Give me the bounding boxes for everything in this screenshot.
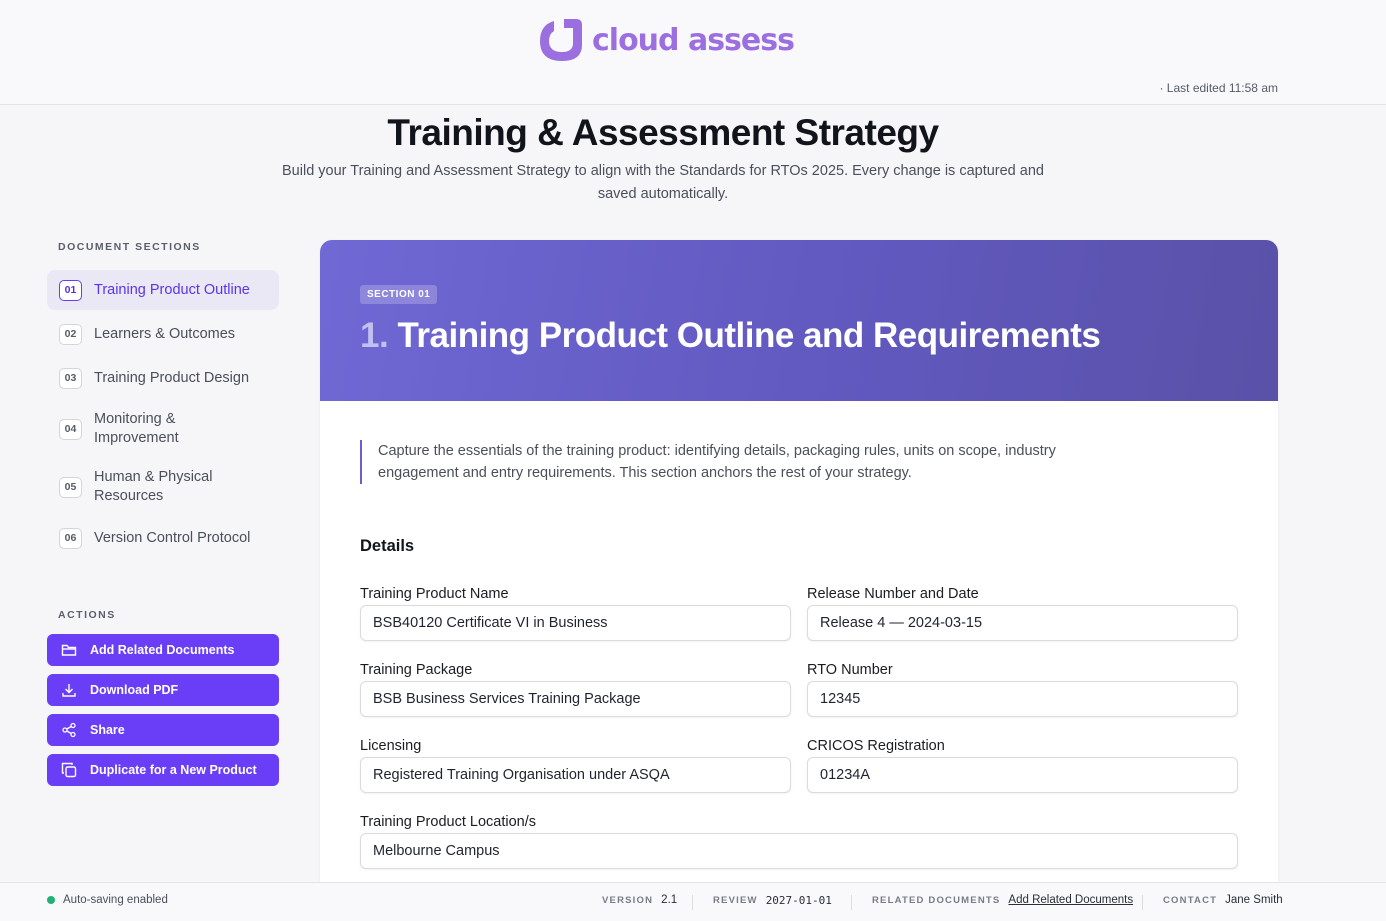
section-title: 1. Training Product Outline and Requirem… bbox=[360, 316, 1101, 356]
version-value: 2.1 bbox=[661, 894, 678, 906]
share-icon bbox=[62, 722, 76, 738]
field-label: RTO Number bbox=[807, 662, 893, 678]
add-related-documents-button[interactable]: Add Related Documents bbox=[47, 634, 279, 666]
field-label: Training Product Name bbox=[360, 586, 509, 602]
licensing-input[interactable]: Registered Training Organisation under A… bbox=[360, 757, 791, 793]
nav-item-version-control-protocol[interactable]: 06 Version Control Protocol bbox=[47, 518, 279, 558]
location-field: Training Product Location/s Melbourne Ca… bbox=[360, 814, 1238, 869]
action-label: Add Related Documents bbox=[90, 643, 235, 657]
nav-item-number: 04 bbox=[59, 418, 82, 440]
section-chip: SECTION 01 bbox=[360, 285, 438, 304]
page-subtitle: Build your Training and Assessment Strat… bbox=[282, 163, 1044, 202]
details-heading: Details bbox=[360, 537, 415, 555]
footer-divider bbox=[1142, 895, 1143, 910]
top-bar: cloud assess · Last edited 11:58 am bbox=[0, 0, 1386, 105]
section-number: 1. bbox=[360, 316, 389, 355]
training-package-input[interactable]: BSB Business Services Training Package bbox=[360, 681, 791, 717]
add-related-documents-link[interactable]: Add Related Documents bbox=[1008, 894, 1133, 906]
autosave-status: Auto-saving enabled bbox=[47, 894, 168, 906]
version-label: VERSION bbox=[602, 894, 654, 906]
nav-item-label: Training Product Design bbox=[94, 369, 250, 386]
contact-value: Jane Smith bbox=[1225, 894, 1283, 906]
download-pdf-button[interactable]: Download PDF bbox=[47, 674, 279, 706]
nav-item-label: Monitoring & Improvement bbox=[94, 411, 179, 446]
nav-item-label: Version Control Protocol bbox=[94, 529, 251, 546]
nav-item-monitoring-improvement[interactable]: 04 Monitoring & Improvement bbox=[47, 402, 279, 456]
cloud-assess-logo-icon bbox=[540, 19, 582, 61]
field-label: Training Package bbox=[360, 662, 473, 678]
field-label: Training Product Location/s bbox=[360, 814, 536, 830]
nav-item-number: 05 bbox=[59, 476, 82, 498]
training-package-field: Training Package BSB Business Services T… bbox=[360, 662, 791, 717]
share-button[interactable]: Share bbox=[47, 714, 279, 746]
duplicate-product-button[interactable]: Duplicate for a New Product bbox=[47, 754, 279, 786]
contact-meta: CONTACT Jane Smith bbox=[1163, 894, 1283, 906]
nav-item-label: Human & Physical Resources bbox=[94, 469, 213, 504]
brand-logo[interactable]: cloud assess bbox=[536, 15, 795, 65]
review-label: REVIEW bbox=[713, 895, 758, 906]
actions-list: Add Related Documents Download PDF Share… bbox=[47, 634, 279, 794]
folder-icon bbox=[61, 644, 77, 656]
last-edited: · Last edited 11:58 am bbox=[1159, 81, 1278, 95]
section-intro: Capture the essentials of the training p… bbox=[360, 440, 1100, 484]
action-label: Download PDF bbox=[90, 683, 179, 697]
action-label: Duplicate for a New Product bbox=[90, 763, 257, 777]
nav-item-number: 03 bbox=[59, 367, 82, 389]
release-input[interactable]: Release 4 — 2024-03-15 bbox=[807, 605, 1238, 641]
nav-item-label: Learners & Outcomes bbox=[94, 325, 236, 342]
field-label: Release Number and Date bbox=[807, 586, 979, 602]
nav-item-number: 02 bbox=[59, 323, 82, 345]
section-title-text: Training Product Outline and Requirement… bbox=[397, 316, 1101, 355]
nav-item-number: 06 bbox=[59, 527, 82, 549]
release-field: Release Number and Date Release 4 — 2024… bbox=[807, 586, 1238, 641]
cricos-field: CRICOS Registration 01234A bbox=[807, 738, 1238, 793]
nav-item-training-product-outline[interactable]: 01 Training Product Outline bbox=[47, 270, 279, 310]
rto-number-input[interactable]: 12345 bbox=[807, 681, 1238, 717]
autosave-dot-icon bbox=[47, 896, 55, 904]
status-footer: Auto-saving enabled VERSION 2.1 REVIEW 2… bbox=[0, 882, 1386, 921]
nav-item-label: Training Product Outline bbox=[94, 281, 250, 298]
licensing-field: Licensing Registered Training Organisati… bbox=[360, 738, 791, 793]
brand-name: cloud assess bbox=[592, 22, 795, 58]
section-nav: 01 Training Product Outline 02 Learners … bbox=[47, 270, 279, 562]
page-title: Training & Assessment Strategy bbox=[387, 112, 939, 153]
document-sections-heading: DOCUMENT SECTIONS bbox=[58, 241, 201, 253]
related-documents-label: RELATED DOCUMENTS bbox=[872, 894, 1001, 906]
copy-icon bbox=[61, 762, 77, 778]
nav-item-number: 01 bbox=[59, 279, 82, 301]
field-label: CRICOS Registration bbox=[807, 738, 945, 754]
section-hero: SECTION 01 1. Training Product Outline a… bbox=[320, 240, 1278, 401]
rto-number-field: RTO Number 12345 bbox=[807, 662, 1238, 717]
version-meta: VERSION 2.1 bbox=[602, 894, 677, 906]
field-label: Licensing bbox=[360, 738, 422, 754]
product-name-input[interactable]: BSB40120 Certificate VI in Business bbox=[360, 605, 791, 641]
contact-label: CONTACT bbox=[1163, 894, 1218, 906]
nav-item-learners-outcomes[interactable]: 02 Learners & Outcomes bbox=[47, 314, 279, 354]
cricos-input[interactable]: 01234A bbox=[807, 757, 1238, 793]
download-icon bbox=[62, 684, 76, 697]
nav-item-training-product-design[interactable]: 03 Training Product Design bbox=[47, 358, 279, 398]
related-documents-meta: RELATED DOCUMENTS Add Related Documents bbox=[872, 894, 1133, 906]
location-input[interactable]: Melbourne Campus bbox=[360, 833, 1238, 869]
actions-heading: ACTIONS bbox=[58, 609, 116, 621]
product-name-field: Training Product Name BSB40120 Certifica… bbox=[360, 586, 791, 641]
footer-divider bbox=[692, 895, 693, 910]
review-meta: REVIEW 2027-01-01 bbox=[713, 894, 832, 907]
nav-item-human-physical-resources[interactable]: 05 Human & Physical Resources bbox=[47, 460, 279, 514]
section-card: SECTION 01 1. Training Product Outline a… bbox=[320, 240, 1278, 900]
action-label: Share bbox=[90, 723, 125, 737]
review-value: 2027-01-01 bbox=[765, 894, 832, 907]
autosave-label: Auto-saving enabled bbox=[63, 894, 168, 906]
footer-divider bbox=[851, 895, 852, 910]
